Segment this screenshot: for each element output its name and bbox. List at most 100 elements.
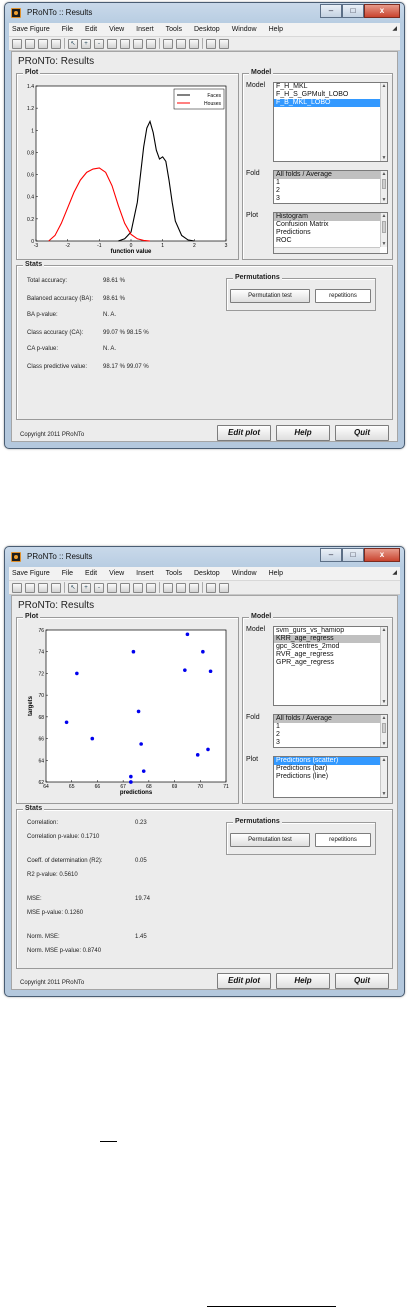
plot-type-listbox[interactable]: Histogram Confusion Matrix Predictions R… — [273, 212, 388, 254]
link-icon[interactable] — [163, 38, 173, 49]
legend-icon[interactable] — [189, 38, 199, 49]
model-scrollbar[interactable]: ▲ ▼ — [380, 627, 387, 705]
plot-type-scrollbar[interactable]: ▲ ▼ — [380, 757, 387, 797]
fold-item[interactable]: 1 — [274, 723, 387, 731]
plot-type-item[interactable]: Predictions (bar) — [274, 765, 387, 773]
menu-view[interactable]: View — [109, 26, 124, 33]
scroll-down-icon[interactable]: ▼ — [381, 741, 387, 747]
print-icon[interactable] — [51, 582, 61, 593]
scroll-up-icon[interactable]: ▲ — [381, 627, 387, 633]
fold-listbox[interactable]: All folds / Average 1 2 3 ▲ ▼ — [273, 170, 388, 204]
plot-type-scrollbar[interactable]: ▲ ▼ — [380, 213, 387, 247]
zoom-in-icon[interactable]: + — [81, 38, 91, 49]
model-item-selected[interactable]: F_B_MKL_LOBO — [274, 99, 387, 107]
plot-type-listbox[interactable]: Predictions (scatter) Predictions (bar) … — [273, 756, 388, 798]
pan-icon[interactable] — [107, 38, 117, 49]
fold-scrollbar[interactable]: ▲ ▼ — [380, 171, 387, 203]
title-bar[interactable]: PRoNTo :: Results – □ x — [5, 3, 404, 23]
maximize-button[interactable]: □ — [342, 548, 364, 562]
plot-type-item[interactable]: ROC — [274, 237, 387, 245]
menu-tools[interactable]: Tools — [166, 570, 182, 577]
fold-item[interactable]: 2 — [274, 731, 387, 739]
model-listbox[interactable]: F_H_MKL F_H_S_GPMult_LOBO F_B_MKL_LOBO ▲… — [273, 82, 388, 162]
fold-item[interactable]: 3 — [274, 195, 387, 203]
title-bar[interactable]: PRoNTo :: Results – □ x — [5, 547, 404, 567]
model-item[interactable]: GPR_age_regress — [274, 659, 387, 667]
model-listbox[interactable]: svm_gurs_vs_hamiop KRR_age_regress gpc_3… — [273, 626, 388, 706]
save-icon[interactable] — [38, 38, 48, 49]
fold-item-selected[interactable]: All folds / Average — [274, 715, 387, 723]
zoom-out-icon[interactable]: - — [94, 582, 104, 593]
hide-plot-tools-icon[interactable] — [206, 582, 216, 593]
scroll-down-icon[interactable]: ▼ — [381, 699, 387, 705]
open-file-icon[interactable] — [25, 38, 35, 49]
fold-item[interactable]: 1 — [274, 179, 387, 187]
plot-type-hscrollbar[interactable] — [274, 247, 380, 253]
model-item[interactable]: gpc_3centres_2mod — [274, 643, 387, 651]
plot-type-item[interactable]: Predictions (line) — [274, 773, 387, 781]
menu-file[interactable]: File — [62, 570, 73, 577]
scroll-down-icon[interactable]: ▼ — [381, 791, 387, 797]
pointer-icon[interactable]: ↖ — [68, 38, 78, 49]
link-icon[interactable] — [163, 582, 173, 593]
pan-icon[interactable] — [107, 582, 117, 593]
legend-icon[interactable] — [189, 582, 199, 593]
minimize-button[interactable]: – — [320, 4, 342, 18]
menu-help[interactable]: Help — [269, 570, 283, 577]
show-plot-tools-icon[interactable] — [219, 38, 229, 49]
model-scrollbar[interactable]: ▲ ▼ — [380, 83, 387, 161]
plot-type-item[interactable]: Confusion Matrix — [274, 221, 387, 229]
fold-item-selected[interactable]: All folds / Average — [274, 171, 387, 179]
edit-plot-button[interactable]: Edit plot — [217, 425, 271, 441]
hide-plot-tools-icon[interactable] — [206, 38, 216, 49]
model-item[interactable]: F_H_S_GPMult_LOBO — [274, 91, 387, 99]
brush-icon[interactable] — [146, 582, 156, 593]
new-figure-icon[interactable] — [12, 582, 22, 593]
menu-edit[interactable]: Edit — [85, 26, 97, 33]
new-figure-icon[interactable] — [12, 38, 22, 49]
scroll-up-icon[interactable]: ▲ — [381, 83, 387, 89]
close-button[interactable]: x — [364, 548, 400, 562]
print-icon[interactable] — [51, 38, 61, 49]
close-button[interactable]: x — [364, 4, 400, 18]
scroll-thumb[interactable] — [382, 221, 386, 233]
open-file-icon[interactable] — [25, 582, 35, 593]
menu-window[interactable]: Window — [232, 26, 257, 33]
repetitions-input[interactable]: repetitions — [315, 833, 371, 847]
rotate-icon[interactable] — [120, 38, 130, 49]
scroll-down-icon[interactable]: ▼ — [381, 155, 387, 161]
repetitions-input[interactable]: repetitions — [315, 289, 371, 303]
scroll-down-icon[interactable]: ▼ — [381, 241, 387, 247]
menu-edit[interactable]: Edit — [85, 570, 97, 577]
menu-dock-arrow-icon[interactable]: ◢ — [392, 569, 397, 576]
data-cursor-icon[interactable] — [133, 582, 143, 593]
menu-save-figure[interactable]: Save Figure — [12, 570, 50, 577]
menu-desktop[interactable]: Desktop — [194, 570, 220, 577]
menu-dock-arrow-icon[interactable]: ◢ — [392, 25, 397, 32]
menu-tools[interactable]: Tools — [166, 26, 182, 33]
menu-desktop[interactable]: Desktop — [194, 26, 220, 33]
help-button[interactable]: Help — [276, 973, 330, 989]
plot-type-item-selected[interactable]: Predictions (scatter) — [274, 757, 387, 765]
plot-type-item[interactable]: Predictions — [274, 229, 387, 237]
menu-window[interactable]: Window — [232, 570, 257, 577]
zoom-out-icon[interactable]: - — [94, 38, 104, 49]
model-item-selected[interactable]: KRR_age_regress — [274, 635, 387, 643]
scroll-up-icon[interactable]: ▲ — [381, 757, 387, 763]
fold-item[interactable]: 2 — [274, 187, 387, 195]
show-plot-tools-icon[interactable] — [219, 582, 229, 593]
colorbar-icon[interactable] — [176, 582, 186, 593]
menu-help[interactable]: Help — [269, 26, 283, 33]
scroll-up-icon[interactable]: ▲ — [381, 213, 387, 219]
help-button[interactable]: Help — [276, 425, 330, 441]
quit-button[interactable]: Quit — [335, 973, 389, 989]
minimize-button[interactable]: – — [320, 548, 342, 562]
scroll-thumb[interactable] — [382, 179, 386, 189]
scroll-thumb[interactable] — [382, 723, 386, 733]
menu-insert[interactable]: Insert — [136, 26, 154, 33]
brush-icon[interactable] — [146, 38, 156, 49]
menu-view[interactable]: View — [109, 570, 124, 577]
plot-type-item-selected[interactable]: Histogram — [274, 213, 387, 221]
model-item[interactable]: svm_gurs_vs_hamiop — [274, 627, 387, 635]
maximize-button[interactable]: □ — [342, 4, 364, 18]
